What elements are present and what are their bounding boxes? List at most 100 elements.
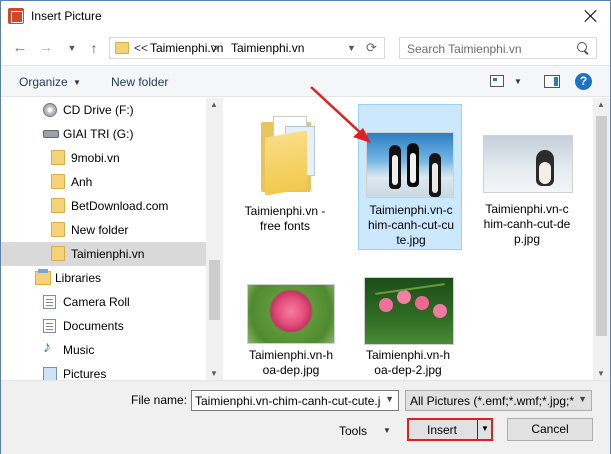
file-caption: oa-dep-2.jpg	[374, 363, 442, 377]
insert-button[interactable]: Insert ▼	[407, 418, 493, 441]
nav-item-camera-roll[interactable]: Camera Roll	[1, 290, 206, 314]
powerpoint-app-icon	[8, 8, 24, 24]
file-type-dropdown-icon[interactable]: ▼	[578, 394, 587, 404]
recent-locations-chevron-icon[interactable]: ▼	[63, 39, 81, 57]
nav-item-taimienphi[interactable]: Taimienphi.vn	[1, 242, 206, 266]
nav-pane-scrollbar[interactable]: ▲ ▼	[206, 98, 223, 380]
breadcrumb-overflow[interactable]: <<	[134, 41, 148, 55]
file-name-dropdown-icon[interactable]: ▼	[385, 394, 394, 404]
music-icon	[43, 339, 57, 357]
organize-dropdown-icon[interactable]: ▼	[73, 78, 81, 87]
camera-roll-icon	[43, 295, 56, 309]
nav-item-label: Pictures	[63, 367, 107, 380]
title-bar: Insert Picture	[1, 1, 610, 31]
insert-picture-dialog: Insert Picture ← → ▼ ↑ << Taimienphi.vn …	[0, 0, 611, 454]
nav-item-label: Music	[63, 343, 95, 357]
nav-item-9mobi[interactable]: 9mobi.vn	[1, 146, 206, 170]
image-thumbnail	[247, 284, 335, 344]
scrollbar-thumb[interactable]	[209, 260, 220, 320]
navigation-pane: CD Drive (F:) GIAI TRI (G:) 9mobi.vn Anh…	[1, 98, 223, 380]
search-input[interactable]: Search Taimienphi.vn	[399, 37, 597, 59]
close-button[interactable]	[580, 5, 602, 27]
dialog-footer: File name: Taimienphi.vn-chim-canh-cut-c…	[1, 380, 610, 454]
nav-item-documents[interactable]: Documents	[1, 314, 206, 338]
scroll-down-icon[interactable]: ▼	[597, 369, 605, 378]
file-caption: Taimienphi.vn-c	[369, 203, 453, 217]
preview-pane-icon[interactable]	[544, 75, 560, 88]
nav-item-pictures[interactable]: Pictures	[1, 362, 206, 380]
address-dropdown-icon[interactable]: ▼	[347, 43, 356, 53]
file-item-chim-canh-cut-cute[interactable]: Taimienphi.vn-c him-canh-cut-cu te.jpg	[358, 104, 462, 250]
search-placeholder: Search Taimienphi.vn	[407, 42, 522, 56]
file-caption: Taimienphi.vn-h	[248, 348, 334, 362]
nav-item-music[interactable]: Music	[1, 338, 206, 362]
nav-item-label: Camera Roll	[63, 295, 130, 309]
nav-item-betdownload[interactable]: BetDownload.com	[1, 194, 206, 218]
back-arrow-icon[interactable]: ←	[11, 39, 29, 57]
file-item-chim-canh-cut-dep[interactable]: Taimienphi.vn-c him-canh-cut-de p.jpg	[475, 104, 579, 250]
cd-drive-icon	[43, 103, 57, 117]
file-pane-scrollbar[interactable]: ▲ ▼	[593, 98, 610, 380]
new-folder-button[interactable]: New folder	[111, 75, 168, 89]
folder-icon	[261, 116, 321, 196]
file-caption: Taimienphi.vn-c	[485, 202, 569, 216]
drive-icon	[43, 130, 59, 138]
file-type-select[interactable]: All Pictures (*.emf;*.wmf;*.jpg;* ▼	[405, 390, 592, 411]
image-thumbnail	[366, 132, 454, 198]
scrollbar-thumb[interactable]	[596, 116, 607, 336]
forward-arrow-icon[interactable]: →	[37, 39, 55, 57]
refresh-icon[interactable]: ⟳	[366, 40, 377, 56]
file-name-value[interactable]: Taimienphi.vn-chim-canh-cut-cute.jpg	[195, 394, 380, 408]
nav-item-label: Documents	[63, 319, 124, 333]
nav-item-label: Taimienphi.vn	[71, 247, 145, 261]
breadcrumb-separator[interactable]: >	[212, 41, 219, 55]
view-dropdown-icon[interactable]: ▼	[514, 77, 522, 86]
folder-icon	[51, 246, 65, 261]
scroll-up-icon[interactable]: ▲	[597, 100, 605, 109]
scroll-up-icon[interactable]: ▲	[210, 100, 218, 109]
file-item-hoa-dep-2[interactable]: Taimienphi.vn-h oa-dep-2.jpg	[356, 274, 460, 378]
nav-item-label: Anh	[71, 175, 93, 189]
nav-item-label: 9mobi.vn	[71, 151, 120, 165]
file-caption: p.jpg	[513, 232, 541, 246]
scroll-down-icon[interactable]: ▼	[210, 369, 218, 378]
nav-item-label: BetDownload.com	[71, 199, 169, 213]
nav-item-anh[interactable]: Anh	[1, 170, 206, 194]
nav-item-giai-tri-drive[interactable]: GIAI TRI (G:)	[1, 122, 206, 146]
file-item-free-fonts-folder[interactable]: Taimienphi.vn - free fonts	[233, 100, 337, 250]
libraries-icon	[35, 269, 51, 285]
file-caption: Taimienphi.vn -	[244, 204, 326, 218]
file-list-pane: Taimienphi.vn - free fonts Taimienphi.vn…	[225, 98, 592, 380]
folder-icon	[51, 198, 65, 213]
folder-icon	[51, 222, 65, 237]
breadcrumb-item[interactable]: Taimienphi.vn	[231, 41, 304, 55]
tools-button[interactable]: Tools	[339, 424, 367, 438]
change-view-icon[interactable]	[490, 75, 504, 87]
file-caption: Taimienphi.vn-h	[365, 348, 451, 362]
nav-item-new-folder[interactable]: New folder	[1, 218, 206, 242]
image-thumbnail	[364, 277, 454, 345]
tools-dropdown-icon[interactable]: ▼	[383, 426, 391, 435]
file-caption: him-canh-cut-de	[483, 217, 571, 231]
file-item-hoa-dep[interactable]: Taimienphi.vn-h oa-dep.jpg	[239, 274, 343, 378]
address-row: ← → ▼ ↑ << Taimienphi.vn > Taimienphi.vn…	[1, 31, 610, 65]
nav-item-libraries[interactable]: Libraries	[1, 266, 206, 290]
file-type-value: All Pictures (*.emf;*.wmf;*.jpg;*	[410, 394, 575, 408]
insert-dropdown-icon[interactable]: ▼	[481, 424, 489, 433]
image-thumbnail	[483, 135, 573, 193]
address-bar[interactable]: << Taimienphi.vn > Taimienphi.vn ▼ ⟳	[109, 37, 385, 59]
file-caption: te.jpg	[396, 233, 426, 247]
up-arrow-icon[interactable]: ↑	[85, 39, 103, 57]
help-icon[interactable]: ?	[575, 73, 592, 90]
cancel-button[interactable]: Cancel	[507, 418, 593, 441]
search-icon[interactable]	[577, 42, 589, 54]
folder-icon	[115, 42, 129, 54]
nav-item-label: New folder	[71, 223, 129, 237]
file-caption: him-canh-cut-cu	[367, 218, 455, 232]
nav-item-cd-drive[interactable]: CD Drive (F:)	[1, 98, 206, 122]
window-title: Insert Picture	[31, 9, 102, 23]
file-name-input[interactable]: Taimienphi.vn-chim-canh-cut-cute.jpg ▼	[191, 390, 399, 411]
folder-icon	[51, 174, 65, 189]
organize-button[interactable]: Organize	[19, 75, 68, 89]
nav-item-label: Libraries	[55, 271, 102, 285]
